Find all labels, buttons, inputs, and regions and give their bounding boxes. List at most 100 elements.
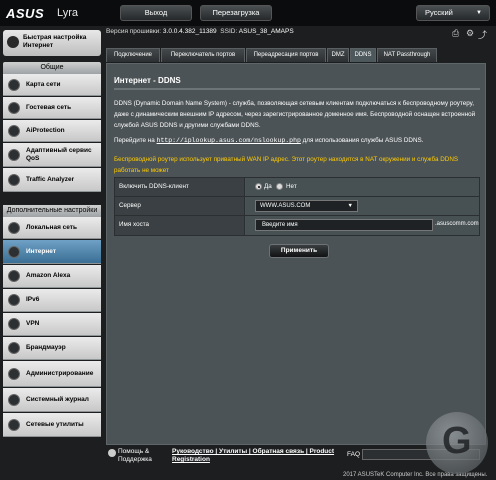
host-label: Имя хоста — [115, 216, 245, 235]
tab-connection[interactable]: Подключение — [106, 48, 160, 62]
ipv6-icon — [8, 294, 20, 306]
traffic-icon — [8, 173, 20, 186]
globe-icon — [8, 245, 20, 258]
help-label-1: Помощь & — [118, 448, 150, 455]
sidebar-item-administration[interactable]: Админист­рирование — [3, 361, 101, 387]
sidebar-item-qos[interactable]: Адаптивный сервис QoS — [3, 143, 101, 167]
network-map-icon — [8, 78, 20, 91]
firmware-version[interactable]: 3.0.0.4.382_11389 — [163, 28, 217, 35]
footer-links-line2[interactable]: Registration — [172, 456, 210, 463]
language-select[interactable]: Русский ▼ — [416, 5, 490, 21]
enable-yes-label: Да — [264, 183, 272, 190]
asus-logo: ASUS — [6, 6, 45, 21]
watermark-letter: G — [442, 420, 472, 462]
nat-warning: Беспроводной роутер использует приватный… — [114, 156, 459, 174]
qos-icon — [8, 148, 20, 161]
server-value: WWW.ASUS.COM — [260, 203, 311, 209]
tab-port-switch[interactable]: Переключатель портов — [161, 48, 245, 62]
sidebar-item-label: Системный журнал — [26, 395, 89, 403]
goto-prefix: Перейдите на — [114, 137, 155, 144]
log-icon — [8, 393, 20, 406]
sidebar-item-firewall[interactable]: Брандмауэр — [3, 337, 101, 360]
sidebar-item-label: Адаптивный сервис QoS — [26, 146, 92, 162]
sidebar-item-label: Брандмауэр — [26, 344, 66, 351]
tab-ddns[interactable]: DDNS — [350, 48, 376, 62]
ddns-form: Включить DDNS-клиент Да Нет Сервер WWW.A… — [114, 177, 480, 236]
share-icon[interactable]: ⤴ — [478, 28, 487, 41]
sidebar-item-ipv6[interactable]: IPv6 — [3, 289, 101, 312]
shield-icon — [8, 124, 20, 137]
footer-links-line1[interactable]: Руководство | Утилиты | Обратная связь |… — [172, 448, 334, 455]
sidebar-item-label: VPN — [26, 320, 40, 327]
logout-button[interactable]: Выход — [120, 5, 192, 21]
admin-icon — [8, 367, 20, 380]
reboot-button[interactable]: Перезагрузка — [200, 5, 272, 21]
tools-icon — [8, 418, 20, 431]
sidebar-item-lan[interactable]: Локальная сеть — [3, 217, 101, 239]
enable-row: Включить DDNS-клиент Да Нет — [115, 178, 479, 197]
ddns-panel: Интернет - DDNS DDNS (Dynamic Domain Nam… — [106, 63, 486, 445]
sidebar-item-guest-network[interactable]: Гостевая сеть — [3, 97, 101, 119]
ddns-description: DDNS (Dynamic Domain Name System) - служ… — [114, 100, 476, 129]
sidebar-item-traffic-analyzer[interactable]: Traffic Analyzer — [3, 168, 101, 192]
general-section-title: Общие — [3, 62, 101, 74]
faq-label: FAQ — [347, 451, 361, 458]
sidebar-item-label: Админист­рирование — [26, 369, 94, 377]
language-value: Русский — [425, 8, 453, 17]
enable-no-radio[interactable] — [276, 183, 283, 190]
sidebar-item-label: Локальная сеть — [26, 223, 77, 231]
quick-setup-button[interactable]: Быстрая настройка Интернет — [3, 30, 101, 56]
firmware-info: Версия прошивки: 3.0.0.4.382_11389 SSID:… — [106, 28, 294, 35]
tab-nat-passthrough[interactable]: NAT Passthrough — [377, 48, 437, 62]
chevron-down-icon: ▼ — [347, 203, 353, 209]
hostname-suffix: .asuscomm.com — [435, 221, 479, 227]
enable-no-label: Нет — [286, 183, 297, 190]
sidebar-item-network-tools[interactable]: Сетевые утилиты — [3, 413, 101, 437]
sidebar-item-label: Amazon Alexa — [26, 272, 71, 279]
page-title: Интернет - DDNS — [114, 76, 181, 85]
enable-yes-radio[interactable] — [255, 183, 262, 190]
sidebar-item-internet[interactable]: Интернет — [3, 240, 101, 264]
sidebar-item-vpn[interactable]: VPN — [3, 313, 101, 336]
sidebar-item-alexa[interactable]: Amazon Alexa — [3, 265, 101, 288]
sidebar-item-label: Интернет — [26, 247, 57, 255]
server-label: Сервер — [115, 197, 245, 215]
server-select[interactable]: WWW.ASUS.COM ▼ — [255, 200, 358, 212]
app-icon[interactable]: ⚙ — [466, 28, 474, 39]
vpn-icon — [8, 318, 20, 330]
footer-links: Руководство | Утилиты | Обратная связь |… — [172, 448, 344, 464]
sidebar-item-network-map[interactable]: Карта сети — [3, 74, 101, 96]
host-row: Имя хоста Введите имя .asuscomm.com — [115, 216, 479, 235]
asus-ddns-hint: Перейдите на http://iplookup.asus.com/ns… — [114, 137, 482, 144]
sidebar-item-label: AiProtection — [26, 126, 65, 134]
quick-setup-label: Быстрая настройка Интернет — [23, 34, 87, 49]
apply-button[interactable]: Применить — [269, 244, 329, 258]
help-support[interactable]: Помощь & Поддержка — [108, 448, 152, 464]
copyright: 2017 ASUSTeK Computer Inc. Все права защ… — [343, 472, 488, 478]
chevron-down-icon: ▼ — [476, 10, 482, 16]
ssid-label: SSID: — [220, 28, 238, 35]
tab-port-forwarding[interactable]: Переадресация портов — [246, 48, 326, 62]
usb-icon[interactable]: ⎙ — [452, 28, 459, 39]
sidebar-item-aiprotection[interactable]: AiProtection — [3, 120, 101, 142]
firewall-icon — [8, 342, 20, 354]
top-bar: ASUS Lyra Выход Перезагрузка Русский ▼ — [0, 0, 496, 26]
title-divider — [114, 88, 480, 90]
model-name: Lyra — [57, 7, 78, 19]
advanced-section-title: Дополнительные настройки — [3, 205, 101, 217]
goto-suffix: для использования службы ASUS DDNS. — [302, 137, 424, 144]
iplookup-link[interactable]: http://iplookup.asus.com/nslookup.php — [157, 137, 301, 144]
wand-icon — [7, 36, 19, 48]
help-label-2: Поддержка — [118, 456, 152, 463]
sidebar-item-label: IPv6 — [26, 296, 40, 303]
tab-dmz[interactable]: DMZ — [327, 48, 349, 62]
hostname-input[interactable]: Введите имя — [255, 219, 433, 231]
ssid-value: ASUS_38_AMAPS — [238, 28, 294, 35]
sidebar-item-system-log[interactable]: Системный журнал — [3, 388, 101, 412]
sidebar-item-label: Сетевые утилиты — [26, 420, 84, 428]
enable-label: Включить DDNS-клиент — [115, 178, 245, 196]
alexa-icon — [8, 270, 20, 282]
sidebar-item-label: Гостевая сеть — [26, 103, 72, 111]
lan-icon — [8, 221, 20, 234]
help-icon — [108, 449, 116, 457]
